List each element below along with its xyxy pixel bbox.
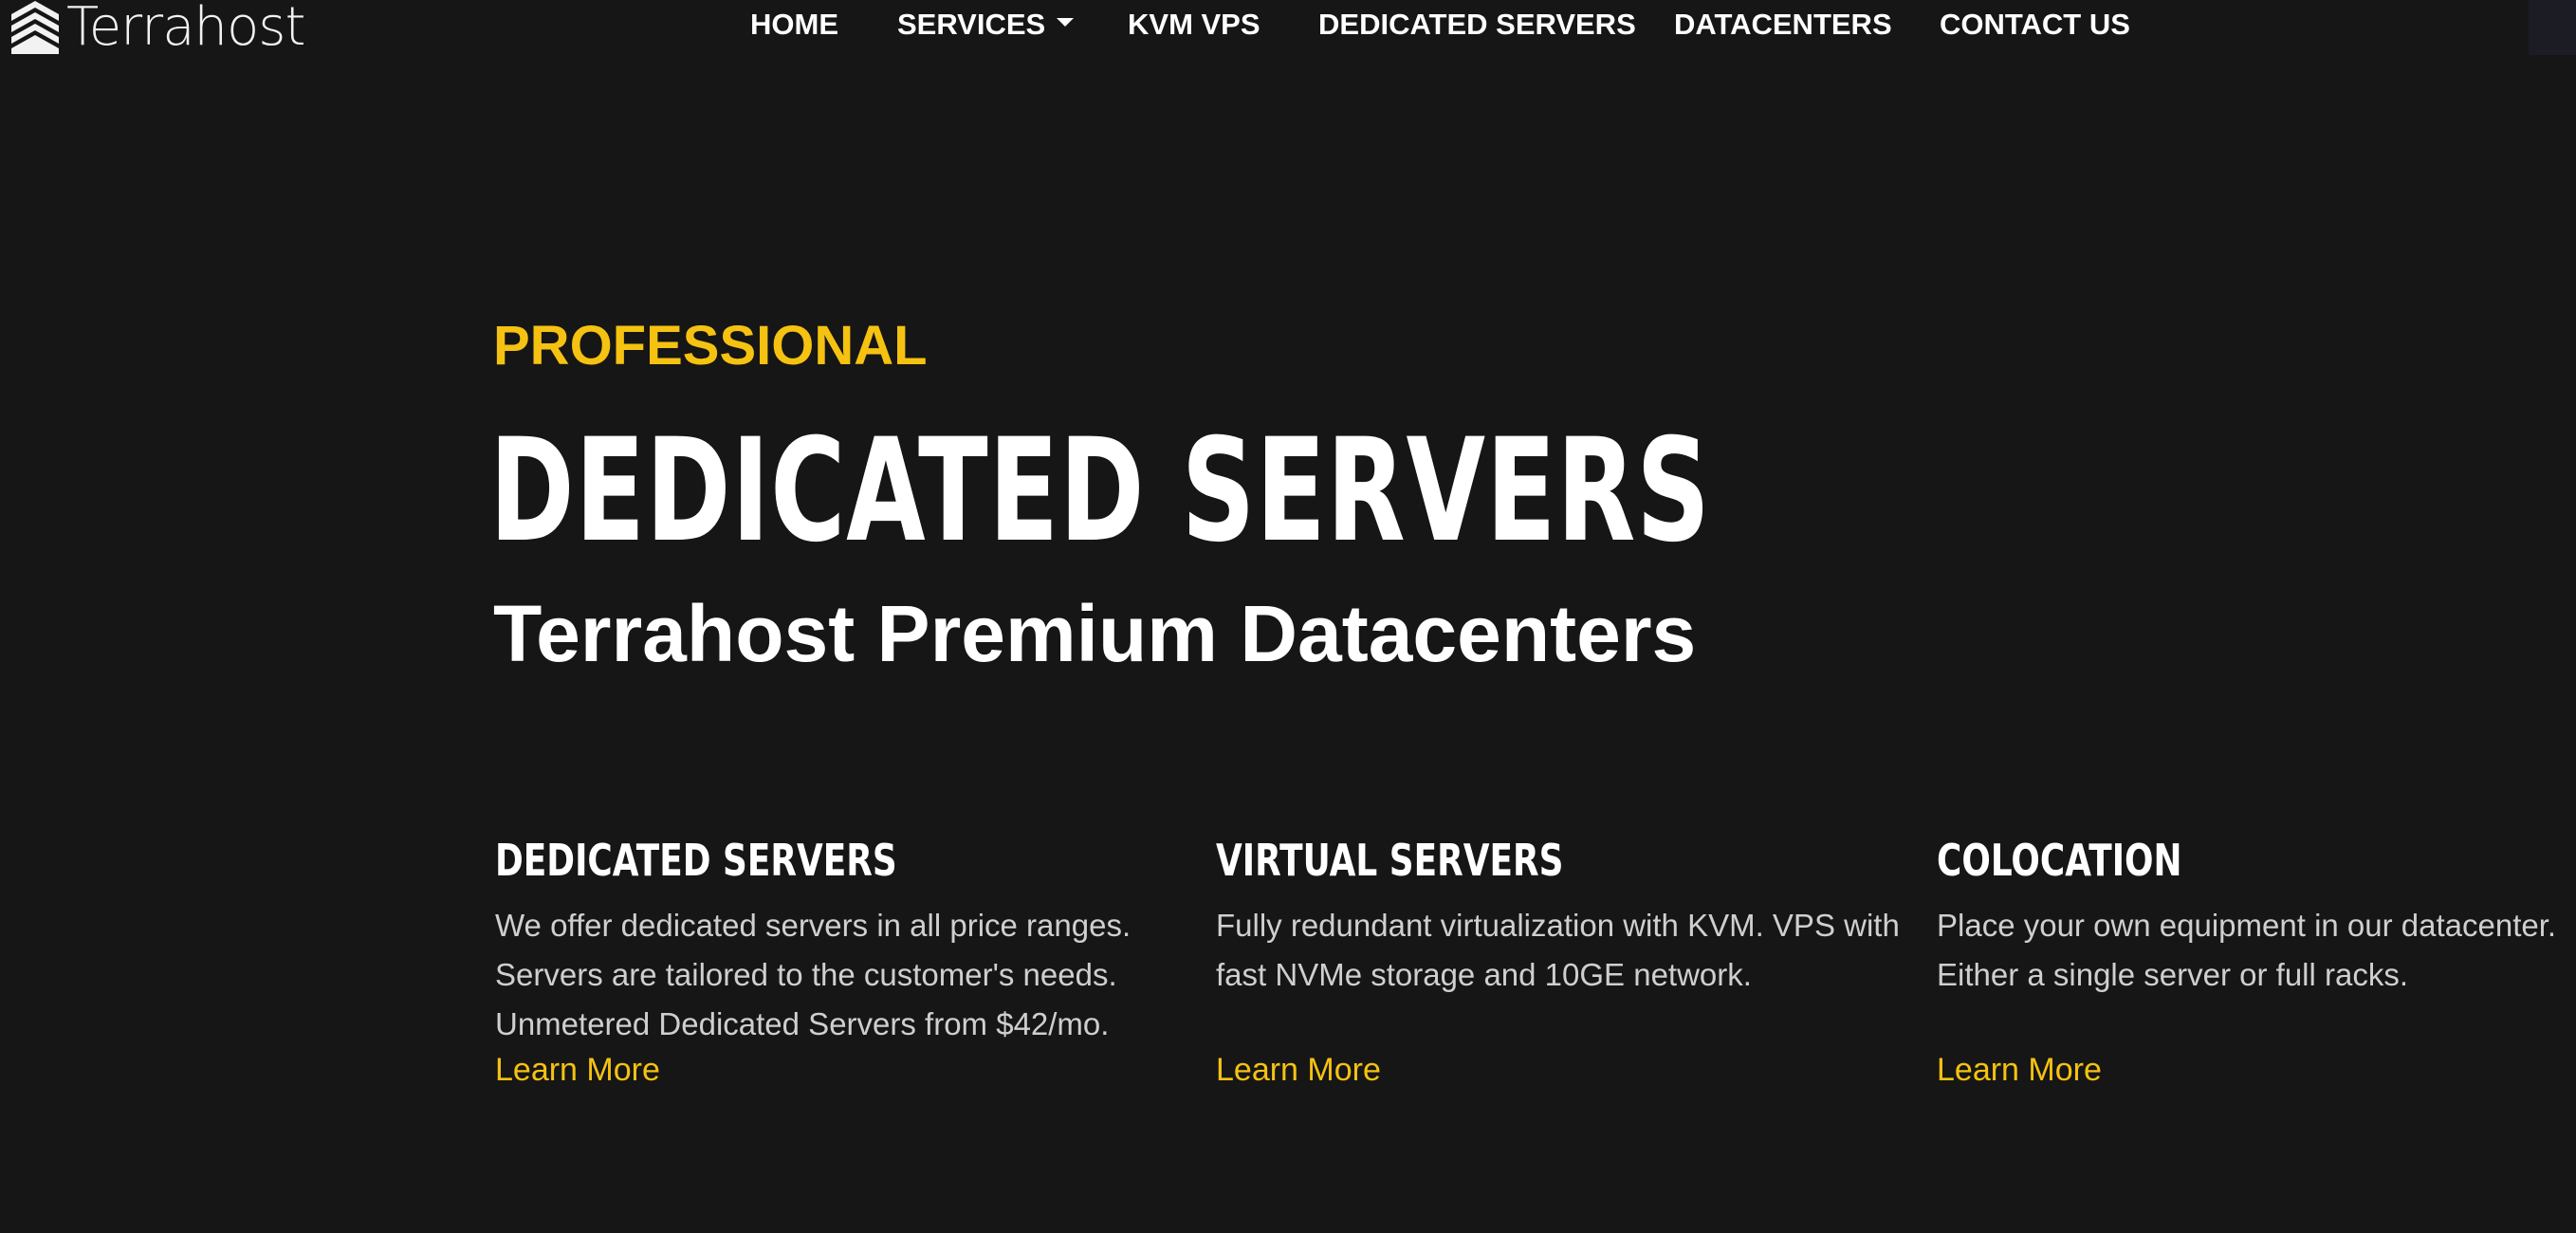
nav-datacenters[interactable]: DATACENTERS (1674, 6, 1892, 44)
learn-more-colocation-link[interactable]: Learn More (1937, 1047, 2102, 1093)
feature-description: We offer dedicated servers in all price … (495, 901, 1178, 1049)
feature-description: Place your own equipment in our datacent… (1937, 901, 2576, 1049)
feature-title: VIRTUAL SERVERS (1216, 835, 1564, 886)
feature-description-line: We offer dedicated servers in all price … (495, 908, 1132, 943)
nav-services-label: SERVICES (897, 8, 1046, 41)
hero-title: DEDICATED SERVERS (489, 409, 1711, 574)
nav-dedicated-servers[interactable]: DEDICATED SERVERS (1318, 6, 1636, 44)
chevron-down-icon (1057, 18, 1075, 28)
feature-title: COLOCATION (1937, 835, 2182, 886)
feature-description-line: Unmetered Dedicated Servers from $42/mo. (495, 1006, 1110, 1041)
nav-home[interactable]: HOME (750, 6, 838, 44)
feature-dedicated-servers: DEDICATED SERVERS We offer dedicated ser… (495, 833, 1178, 1093)
corner-widget-tab[interactable] (2529, 0, 2576, 55)
nav-services[interactable]: SERVICES (897, 6, 1075, 44)
feature-description-line: Either a single server or full racks. (1937, 957, 2409, 992)
feature-description-line: Place your own equipment in our datacent… (1937, 908, 2557, 943)
learn-more-dedicated-link[interactable]: Learn More (495, 1047, 660, 1093)
feature-virtual-servers: VIRTUAL SERVERS Fully redundant virtuali… (1216, 833, 1900, 1093)
feature-description: Fully redundant virtualization with KVM.… (1216, 901, 1900, 1049)
learn-more-virtual-link[interactable]: Learn More (1216, 1047, 1381, 1093)
hero-subtitle: Terrahost Premium Datacenters (493, 589, 1697, 678)
feature-colocation: COLOCATION Place your own equipment in o… (1937, 833, 2576, 1093)
nav-kvm-vps[interactable]: KVM VPS (1128, 6, 1260, 44)
feature-description-line: Fully redundant virtualization with KVM.… (1216, 908, 1900, 943)
main-navigation: HOME SERVICES KVM VPS DEDICATED SERVERS … (0, 0, 2576, 49)
feature-description-line: Servers are tailored to the customer's n… (495, 957, 1117, 992)
hero-eyebrow: PROFESSIONAL (493, 315, 928, 377)
feature-title: DEDICATED SERVERS (495, 835, 897, 886)
nav-contact-us[interactable]: CONTACT US (1940, 6, 2130, 44)
feature-description-line: fast NVMe storage and 10GE network. (1216, 957, 1752, 992)
